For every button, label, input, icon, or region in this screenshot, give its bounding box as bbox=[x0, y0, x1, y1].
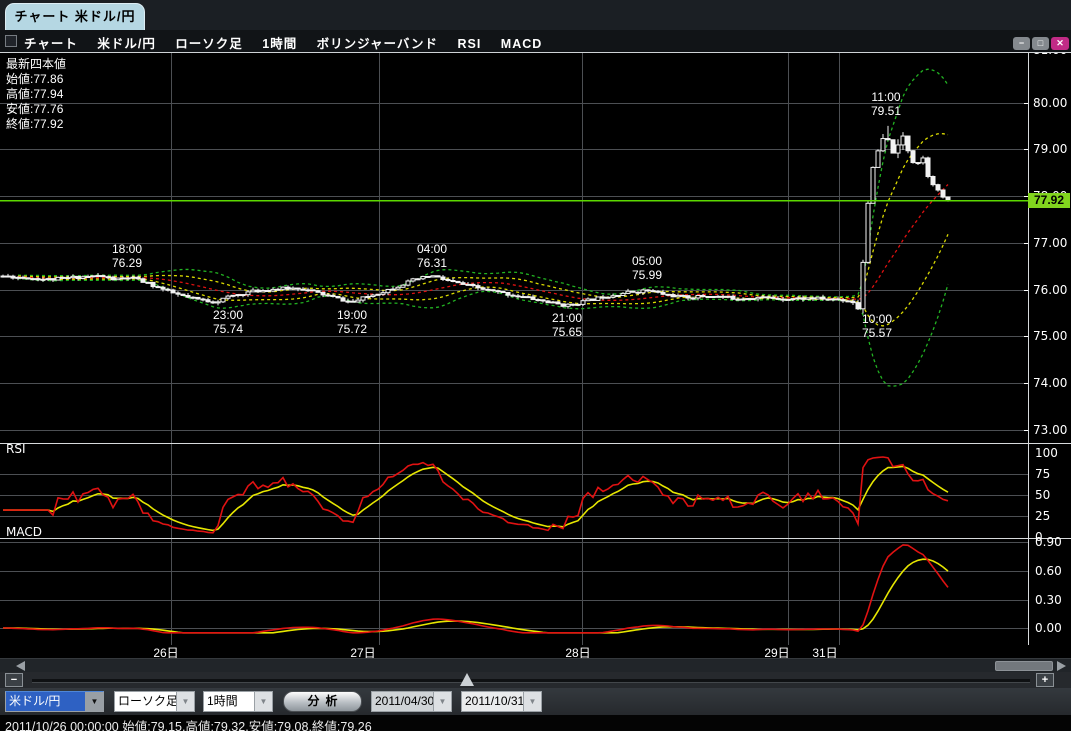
title-item-interval: 1時間 bbox=[262, 37, 297, 51]
chart-annotation: 11:0079.51 bbox=[848, 90, 924, 118]
zoom-out-button[interactable]: − bbox=[5, 673, 23, 687]
date-to-select[interactable]: 2011/10/31 ▼ bbox=[461, 691, 542, 712]
title-menu: チャート 米ドル/円 ローソク足 1時間 ボリンジャーバンド RSI MACD bbox=[24, 33, 557, 53]
axis-tick-label: 0.60 bbox=[1035, 564, 1062, 578]
chart-annotation: 21:0075.65 bbox=[529, 311, 605, 339]
axis-tick-label: 79.00 bbox=[1033, 142, 1067, 156]
axis-tick-label: 0.00 bbox=[1035, 621, 1062, 635]
analysis-button[interactable]: 分析 bbox=[283, 691, 362, 712]
chart-annotation: 18:0076.29 bbox=[89, 242, 165, 270]
zoom-slider-row: − + bbox=[0, 672, 1071, 688]
minimize-button[interactable]: − bbox=[1013, 37, 1030, 50]
zoom-in-button[interactable]: + bbox=[1036, 673, 1054, 687]
title-item-bollinger: ボリンジャーバンド bbox=[317, 37, 438, 51]
chart-annotation: 04:0076.31 bbox=[394, 242, 470, 270]
chart-area: 81.0080.0079.0078.0077.0076.0075.0074.00… bbox=[0, 53, 1071, 658]
chart-annotation: 05:0075.99 bbox=[609, 254, 685, 282]
window-icon bbox=[5, 35, 17, 47]
axis-tick-label: 81.00 bbox=[1033, 53, 1067, 57]
scroll-left-arrow-icon[interactable] bbox=[16, 661, 25, 671]
title-item-chart: チャート bbox=[24, 37, 78, 51]
axis-tick-label: 25 bbox=[1035, 509, 1050, 523]
title-item-rsi: RSI bbox=[458, 37, 482, 51]
axis-tick-label: 77.00 bbox=[1033, 236, 1067, 250]
tab-chart-usdjpy[interactable]: チャート 米ドル/円 bbox=[5, 3, 145, 30]
chart-annotation: 10:0075.57 bbox=[839, 312, 915, 340]
zoom-slider-track[interactable] bbox=[32, 679, 1030, 683]
rsi-panel-label: RSI bbox=[6, 442, 26, 456]
current-price-badge: 77.92 bbox=[1028, 193, 1070, 208]
title-item-macd: MACD bbox=[501, 37, 543, 51]
dropdown-arrow-icon[interactable]: ▼ bbox=[254, 692, 272, 711]
symbol-select[interactable]: 米ドル/円 ▼ bbox=[5, 691, 104, 712]
date-from-select[interactable]: 2011/04/30 ▼ bbox=[371, 691, 452, 712]
dropdown-arrow-icon[interactable]: ▼ bbox=[433, 692, 451, 711]
scroll-right-arrow-icon[interactable] bbox=[1057, 661, 1066, 671]
zoom-slider-thumb[interactable] bbox=[460, 673, 474, 686]
window-title-bar: チャート 米ドル/円 ローソク足 1時間 ボリンジャーバンド RSI MACD … bbox=[0, 30, 1071, 53]
close-button[interactable]: ✕ bbox=[1051, 37, 1069, 50]
chart-canvas[interactable]: 81.0080.0079.0078.0077.0076.0075.0074.00… bbox=[0, 53, 1071, 645]
status-bar: 2011/10/26 00:00:00 始値:79.15,高値:79.32,安値… bbox=[0, 715, 1071, 731]
chart-annotation: 19:0075.72 bbox=[314, 308, 390, 336]
axis-tick-label: 74.00 bbox=[1033, 376, 1067, 390]
axis-tick-label: 0.90 bbox=[1035, 535, 1062, 549]
axis-tick-label: 76.00 bbox=[1033, 283, 1067, 297]
symbol-select-value: 米ドル/円 bbox=[6, 692, 85, 711]
scrollbar-thumb[interactable] bbox=[995, 661, 1053, 671]
dropdown-arrow-icon[interactable]: ▼ bbox=[85, 692, 103, 711]
trading-app-window: チャート 米ドル/円 チャート 米ドル/円 ローソク足 1時間 ボリンジャーバン… bbox=[0, 0, 1071, 731]
axis-tick-label: 100 bbox=[1035, 446, 1058, 460]
axis-tick-label: 75.00 bbox=[1033, 329, 1067, 343]
dropdown-arrow-icon[interactable]: ▼ bbox=[176, 692, 194, 711]
dropdown-arrow-icon[interactable]: ▼ bbox=[523, 692, 541, 711]
ohlc-legend: 最新四本値始値:77.86高値:77.94安値:77.76終値:77.92 bbox=[6, 57, 66, 132]
chart-scrollbar[interactable] bbox=[0, 658, 1071, 672]
chart-annotation: 23:0075.74 bbox=[190, 308, 266, 336]
axis-tick-label: 75 bbox=[1035, 467, 1050, 481]
interval-select-value: 1時間 bbox=[204, 692, 254, 711]
date-to-value: 2011/10/31 bbox=[462, 692, 523, 711]
axis-tick-label: 0.30 bbox=[1035, 593, 1062, 607]
axis-tick-label: 50 bbox=[1035, 488, 1050, 502]
interval-select[interactable]: 1時間 ▼ bbox=[203, 691, 273, 712]
title-item-symbol: 米ドル/円 bbox=[97, 37, 155, 51]
chart-type-select[interactable]: ローソク足 ▼ bbox=[114, 691, 195, 712]
control-bar: 米ドル/円 ▼ ローソク足 ▼ 1時間 ▼ 分析 2011/04/30 ▼ 20… bbox=[0, 688, 1071, 715]
axis-tick-label: 73.00 bbox=[1033, 423, 1067, 437]
axis-tick-label: 80.00 bbox=[1033, 96, 1067, 110]
status-bar-text: 2011/10/26 00:00:00 始値:79.15,高値:79.32,安値… bbox=[5, 716, 372, 731]
maximize-button[interactable]: □ bbox=[1032, 37, 1049, 50]
title-item-candle-type: ローソク足 bbox=[175, 37, 243, 51]
tab-bar: チャート 米ドル/円 bbox=[0, 0, 1071, 30]
macd-panel-label: MACD bbox=[6, 525, 42, 539]
chart-type-select-value: ローソク足 bbox=[115, 692, 176, 711]
date-from-value: 2011/04/30 bbox=[372, 692, 433, 711]
